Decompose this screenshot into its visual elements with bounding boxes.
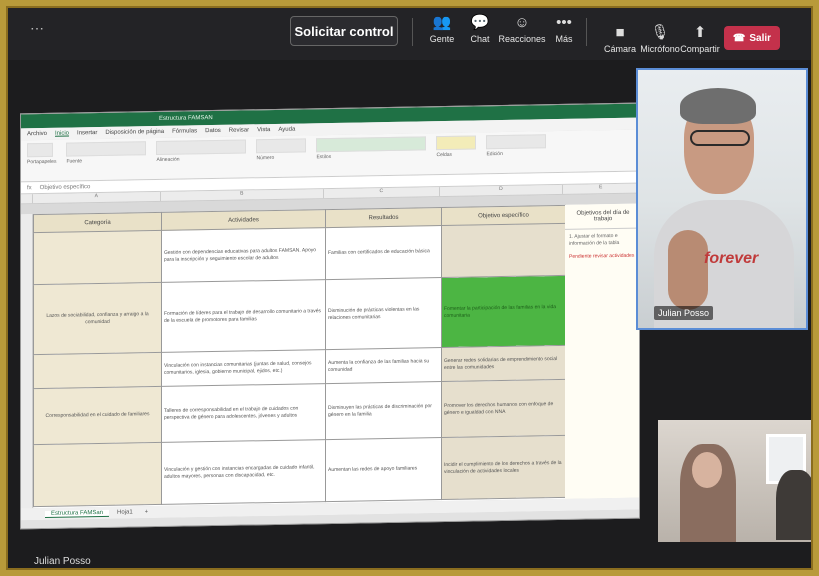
cell-results[interactable]: Aumenta la confianza de las familias hac… (325, 347, 442, 384)
ribbon-group: Estilos (316, 136, 427, 160)
sheet-tab-estructura[interactable]: Estructura FAMSan (45, 509, 110, 518)
participant-face (692, 452, 722, 488)
participant-hair (680, 88, 756, 124)
ribbon-group: Edición (486, 134, 547, 157)
phone-icon: ☎ (732, 32, 746, 44)
header-cell[interactable]: Resultados (325, 207, 442, 228)
reactions-button[interactable]: ☺ Reacciones (498, 12, 546, 44)
participant-arm (668, 230, 708, 310)
table-row: Vinculación y gestión con instancias enc… (33, 435, 566, 507)
cell-results[interactable]: Aumentan las redes de apoyo familiares (325, 437, 442, 502)
shared-screen: Estructura FAMSAN Archivo Inicio Inserta… (20, 102, 640, 530)
menu-item[interactable]: Inicio (55, 131, 69, 137)
ribbon-button[interactable] (27, 142, 53, 158)
side-notes-header[interactable]: Objetivos del día de trabajo (565, 203, 640, 230)
dots-icon[interactable]: ⋯ (30, 20, 45, 37)
microphone-icon: 🎙 (650, 24, 670, 41)
ribbon-button[interactable] (156, 139, 247, 156)
ribbon-group: Alineación (156, 139, 247, 163)
cell-results[interactable]: Disminución de prácticas violentas en la… (325, 277, 442, 350)
add-sheet-icon[interactable]: + (141, 509, 153, 515)
toolbar-divider (412, 18, 413, 46)
cell-objective[interactable]: Fomentar la participación de las familia… (441, 275, 566, 348)
menu-item[interactable]: Fórmulas (172, 128, 197, 134)
cell-activities[interactable]: Vinculación y gestión con instancias enc… (161, 439, 326, 505)
menu-item[interactable]: Vista (257, 127, 270, 133)
participant-name-tag: Julian Posso (654, 306, 714, 320)
cell-objective[interactable] (441, 223, 566, 278)
camera-icon: ■ (615, 24, 625, 41)
chat-button[interactable]: 💬 Chat (456, 12, 504, 44)
participant-figure-2 (776, 470, 811, 540)
menu-item[interactable]: Archivo (27, 131, 47, 137)
meeting-window: ⋯ Solicitar control 👥 Gente 💬 Chat ☺ Rea… (6, 6, 813, 570)
cell-category[interactable]: Corresponsabilidad en el cuidado de fami… (33, 386, 162, 445)
menu-item[interactable]: Insertar (77, 130, 97, 136)
cell-results[interactable]: Familias con certificados de educación b… (325, 225, 442, 280)
presenter-name: Julian Posso (34, 556, 91, 567)
ribbon-group: Número (256, 138, 307, 161)
header-cell[interactable]: Categoría (33, 212, 162, 233)
cell-activities[interactable]: Vinculación con instancias comunitarias … (161, 349, 326, 387)
row-numbers (21, 214, 33, 509)
side-notes-body[interactable]: 1. Ajustar el formato e información de l… (565, 229, 640, 252)
side-notes-column: Objetivos del día de trabajo 1. Ajustar … (565, 203, 640, 499)
side-notes-pending[interactable]: Pendiente revisar actividades (565, 251, 640, 263)
ribbon-button[interactable] (66, 141, 147, 157)
leave-button[interactable]: ☎ Salir (724, 26, 780, 50)
ribbon-button[interactable] (256, 138, 307, 154)
cell-category[interactable] (33, 352, 162, 389)
cell-category[interactable] (33, 442, 162, 507)
ribbon-button[interactable] (436, 135, 477, 151)
data-table: Categoría Actividades Resultados Objetiv… (33, 205, 566, 507)
cell-objective[interactable]: Incidir el cumplimiento de los derechos … (441, 435, 566, 500)
cell-activities[interactable]: Gestión con dependencias educativas para… (161, 227, 326, 283)
cell-activities[interactable]: Formación de líderes para el trabajo de … (161, 279, 326, 353)
fx-icon: fx (27, 184, 32, 191)
cell-activities[interactable]: Talleres de corresponsabilidad en el tra… (161, 383, 326, 443)
table-row: Lazos de sociabilidad, confianza y arrai… (33, 275, 566, 355)
header-cell[interactable]: Objetivo específico (441, 205, 566, 226)
ribbon-button[interactable] (486, 134, 547, 150)
cell-category[interactable] (33, 230, 162, 285)
ribbon-group: Celdas (436, 135, 477, 158)
chat-icon: 💬 (470, 14, 490, 31)
more-button[interactable]: ••• Más (540, 12, 588, 44)
reactions-icon: ☺ (514, 14, 530, 31)
glasses-icon (690, 130, 750, 146)
participant-video-main[interactable]: forever Julian Posso (636, 68, 808, 330)
people-icon: 👥 (432, 14, 452, 31)
toolbar-divider-2 (586, 18, 587, 46)
share-button[interactable]: ⬆ Compartir (676, 22, 724, 54)
spreadsheet-grid[interactable]: Categoría Actividades Resultados Objetiv… (21, 203, 640, 509)
cell-objective[interactable]: Generar redes solidarias de emprendimien… (441, 345, 566, 382)
share-icon: ⬆ (693, 24, 707, 41)
table-row: Gestión con dependencias educativas para… (33, 223, 566, 285)
cell-objective[interactable]: Promover los derechos humanos con enfoqu… (441, 379, 566, 438)
menu-item[interactable]: Ayuda (278, 127, 295, 133)
ribbon-group: Portapapeles (27, 142, 56, 165)
meeting-toolbar: ⋯ Solicitar control 👥 Gente 💬 Chat ☺ Rea… (8, 8, 811, 60)
participant-video-secondary[interactable] (658, 420, 811, 542)
menu-item[interactable]: Disposición de página (105, 129, 164, 136)
shirt-print: forever (704, 250, 759, 267)
menu-item[interactable]: Datos (205, 128, 221, 134)
menu-item[interactable]: Revisar (229, 127, 249, 133)
ribbon-button[interactable] (316, 136, 427, 153)
cell-results[interactable]: Disminuyen las prácticas de discriminaci… (325, 381, 442, 440)
excel-title: Estructura FAMSAN (159, 115, 213, 122)
cell-category[interactable]: Lazos de sociabilidad, confianza y arrai… (33, 282, 162, 355)
table-row: Corresponsabilidad en el cuidado de fami… (33, 379, 566, 445)
more-icon: ••• (556, 14, 572, 31)
sheet-tab-hoja1[interactable]: Hoja1 (113, 509, 137, 515)
ribbon-group: Fuente (66, 141, 147, 165)
request-control-button[interactable]: Solicitar control (290, 16, 398, 46)
